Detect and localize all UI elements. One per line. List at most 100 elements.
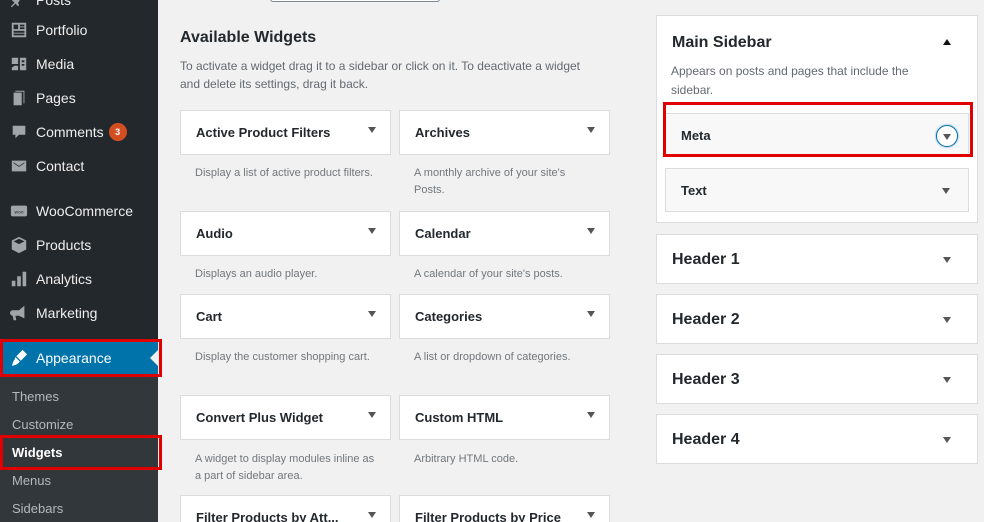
widget-title: Active Product Filters: [196, 125, 331, 140]
widget-title: Categories: [415, 309, 483, 324]
menu-item-pages[interactable]: Pages: [0, 81, 158, 115]
widget-audio[interactable]: Audio: [180, 211, 391, 256]
sidebar-title: Header 1: [672, 251, 740, 268]
menu-label: Analytics: [36, 271, 93, 287]
menu-label: Media: [36, 56, 75, 72]
widget-title: Audio: [196, 226, 233, 241]
sidebar-title: Header 3: [672, 371, 740, 388]
sidebar-header-4[interactable]: Header 4: [656, 414, 978, 464]
widget-title: Calendar: [415, 226, 471, 241]
submenu-themes[interactable]: Themes: [12, 389, 59, 404]
widget-active-product-filters[interactable]: Active Product Filters: [180, 110, 391, 155]
sidebar-header-2[interactable]: Header 2: [656, 294, 978, 344]
sidebar-widget-meta[interactable]: Meta: [665, 113, 969, 157]
sidebar-title: Header 2: [672, 311, 740, 328]
chevron-up-icon[interactable]: [943, 39, 951, 45]
widget-title: Archives: [415, 125, 470, 140]
widget-cart[interactable]: Cart: [180, 294, 391, 339]
menu-item-comments[interactable]: Comments 3: [0, 115, 158, 149]
widget-description: Display the customer shopping cart.: [195, 351, 370, 363]
widget-description: A monthly archive of your site's Posts.: [414, 167, 566, 196]
chevron-down-icon[interactable]: [942, 188, 950, 194]
chevron-down-icon[interactable]: [587, 412, 595, 418]
chevron-down-icon[interactable]: [943, 437, 951, 443]
submenu-sidebars[interactable]: Sidebars: [12, 501, 63, 516]
widget-title: Filter Products by Price: [415, 510, 561, 522]
main-sidebar-title[interactable]: Main Sidebar: [672, 34, 772, 52]
pin-icon: [9, 0, 29, 10]
widget-filter-by-price[interactable]: Filter Products by Price: [399, 495, 610, 522]
widget-categories[interactable]: Categories: [399, 294, 610, 339]
menu-item-analytics[interactable]: Analytics: [0, 262, 158, 296]
widget-description: A calendar of your site's posts.: [414, 268, 563, 280]
menu-label: Contact: [36, 158, 85, 174]
comment-icon: [9, 122, 29, 142]
menu-item-woocommerce[interactable]: woo WooCommerce: [0, 194, 158, 228]
menu-label: Pages: [36, 90, 76, 106]
menu-item-portfolio[interactable]: Portfolio: [0, 13, 158, 47]
cube-icon: [9, 235, 29, 255]
widget-custom-html[interactable]: Custom HTML: [399, 395, 610, 440]
widget-description: A widget to display modules inline as a …: [195, 453, 375, 482]
top-input-fragment[interactable]: [270, 0, 440, 2]
comment-count-badge: 3: [108, 123, 127, 141]
widget-calendar[interactable]: Calendar: [399, 211, 610, 256]
widget-convert-plus[interactable]: Convert Plus Widget: [180, 395, 391, 440]
menu-item-products[interactable]: Products: [0, 228, 158, 262]
megaphone-icon: [9, 303, 29, 323]
chevron-down-icon[interactable]: [943, 257, 951, 263]
submenu-menus[interactable]: Menus: [12, 473, 51, 488]
chevron-down-icon[interactable]: [587, 127, 595, 133]
widget-title: Filter Products by Att...: [196, 510, 339, 522]
widget-filter-by-attribute[interactable]: Filter Products by Att...: [180, 495, 391, 522]
widget-description: A list or dropdown of categories.: [414, 351, 571, 363]
sidebar-header-3[interactable]: Header 3: [656, 354, 978, 404]
menu-label: WooCommerce: [36, 203, 133, 219]
chevron-down-icon[interactable]: [587, 512, 595, 518]
chevron-down-icon[interactable]: [368, 127, 376, 133]
menu-label: Portfolio: [36, 22, 88, 38]
chevron-down-icon[interactable]: [943, 317, 951, 323]
menu-label: Marketing: [36, 305, 98, 321]
mail-icon: [9, 156, 29, 176]
menu-label: Appearance: [36, 350, 112, 366]
sidebar-widget-text[interactable]: Text: [665, 168, 969, 212]
widget-title: Custom HTML: [415, 410, 504, 425]
sidebar-title: Header 4: [672, 431, 740, 448]
portfolio-icon: [9, 20, 29, 40]
current-arrow: [150, 350, 158, 366]
chevron-down-icon[interactable]: [368, 412, 376, 418]
menu-item-marketing[interactable]: Marketing: [0, 296, 158, 330]
menu-item-media[interactable]: Media: [0, 47, 158, 81]
woo-icon: woo: [9, 201, 29, 221]
chevron-down-icon[interactable]: [587, 228, 595, 234]
chevron-down-icon[interactable]: [368, 311, 376, 317]
menu-label: Products: [36, 237, 92, 253]
widget-description: Displays an audio player.: [195, 268, 318, 280]
menu-label: Posts: [36, 0, 72, 8]
available-widgets-title: Available Widgets: [180, 29, 317, 46]
chevron-down-circle-icon[interactable]: [936, 125, 958, 147]
widget-archives[interactable]: Archives: [399, 110, 610, 155]
svg-text:woo: woo: [14, 210, 23, 215]
submenu-customize[interactable]: Customize: [12, 417, 73, 432]
menu-label: Comments: [36, 124, 104, 140]
chevron-down-icon[interactable]: [368, 512, 376, 518]
media-icon: [9, 54, 29, 74]
widget-description: Arbitrary HTML code.: [414, 453, 519, 465]
pages-icon: [9, 88, 29, 108]
chevron-down-icon[interactable]: [943, 377, 951, 383]
menu-item-contact[interactable]: Contact: [0, 149, 158, 183]
submenu-widgets[interactable]: Widgets: [12, 445, 62, 460]
menu-item-appearance[interactable]: Appearance: [0, 341, 158, 375]
chevron-down-icon[interactable]: [368, 228, 376, 234]
appearance-submenu: Themes Customize Widgets Menus Sidebars: [0, 376, 158, 522]
widget-title: Convert Plus Widget: [196, 410, 324, 425]
widget-title: Cart: [196, 309, 223, 324]
brush-icon: [9, 348, 29, 368]
main-sidebar-description: Appears on posts and pages that include …: [671, 64, 909, 97]
available-widgets-description: To activate a widget drag it to a sideba…: [180, 59, 580, 91]
sidebar-header-1[interactable]: Header 1: [656, 234, 978, 284]
widget-title: Text: [681, 182, 707, 198]
chevron-down-icon[interactable]: [587, 311, 595, 317]
